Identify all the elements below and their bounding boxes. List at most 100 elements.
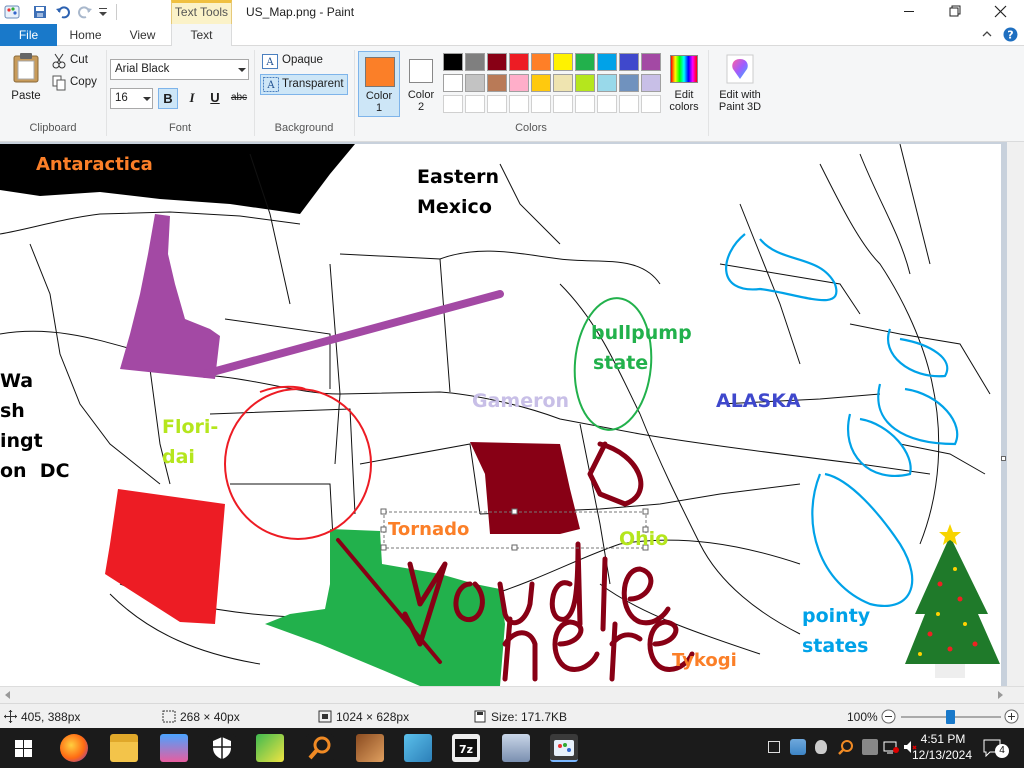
tray-icon-2[interactable] — [790, 739, 806, 755]
game-app-icon[interactable] — [356, 734, 384, 762]
tab-text[interactable]: Text — [171, 24, 232, 47]
app-icon-2[interactable] — [256, 734, 284, 762]
palette-color-swatch[interactable] — [597, 53, 617, 71]
7zip-icon[interactable]: 7z — [452, 734, 480, 762]
underline-button[interactable]: U — [205, 88, 225, 109]
color-1-button[interactable]: Color 1 — [358, 51, 400, 117]
tab-home[interactable]: Home — [57, 24, 114, 46]
palette-color-swatch[interactable] — [465, 74, 485, 92]
windows-start-icon[interactable] — [15, 740, 32, 757]
palette-color-swatch[interactable] — [619, 74, 639, 92]
tray-icon-5[interactable] — [862, 739, 878, 755]
palette-color-swatch[interactable] — [619, 53, 639, 71]
palette-color-swatch[interactable] — [597, 74, 617, 92]
label-alaska: ALASKA — [716, 390, 801, 412]
palette-color-swatch[interactable] — [465, 53, 485, 71]
customize-toolbar-icon[interactable] — [98, 6, 108, 18]
network-icon[interactable] — [883, 740, 899, 754]
opaque-icon: A — [262, 54, 278, 69]
collapse-ribbon-icon[interactable] — [981, 28, 993, 40]
palette-color-swatch[interactable] — [575, 53, 595, 71]
color-2-number: 2 — [417, 101, 425, 113]
palette-color-swatch[interactable] — [443, 74, 463, 92]
palette-custom-slot[interactable] — [443, 95, 463, 113]
tab-file[interactable]: File — [0, 24, 57, 46]
label-sh: sh — [0, 400, 25, 422]
clock-date[interactable]: 12/13/2024 — [910, 748, 974, 762]
file-size-icon — [474, 710, 486, 723]
palette-custom-slot[interactable] — [465, 95, 485, 113]
zoom-out-icon[interactable] — [881, 709, 896, 724]
font-size-select[interactable]: 16 — [110, 88, 153, 109]
palette-color-swatch[interactable] — [487, 74, 507, 92]
palette-custom-slot[interactable] — [509, 95, 529, 113]
italic-button[interactable]: I — [182, 88, 202, 109]
copy-button[interactable]: Copy — [52, 75, 102, 93]
zoom-in-icon[interactable] — [1004, 709, 1019, 724]
strikethrough-button[interactable]: abc — [228, 88, 250, 109]
palette-color-swatch[interactable] — [575, 74, 595, 92]
firefox-icon[interactable] — [60, 734, 88, 762]
tray-icon-1[interactable] — [768, 741, 780, 753]
palette-color-swatch[interactable] — [553, 53, 573, 71]
help-icon[interactable]: ? — [1003, 27, 1018, 42]
edit-with-paint3d-button[interactable]: Edit with Paint 3D — [712, 51, 768, 117]
cut-label: Cut — [70, 54, 88, 66]
palette-color-swatch[interactable] — [641, 74, 661, 92]
palette-custom-slot[interactable] — [487, 95, 507, 113]
palette-color-swatch[interactable] — [531, 53, 551, 71]
palette-custom-slot[interactable] — [641, 95, 661, 113]
file-explorer-icon[interactable] — [110, 734, 138, 762]
scroll-left-icon[interactable] — [4, 691, 12, 699]
vertical-scrollbar[interactable] — [1007, 142, 1024, 686]
palette-custom-slot[interactable] — [531, 95, 551, 113]
redo-icon[interactable] — [77, 4, 93, 20]
edit-colors-button[interactable]: Edit colors — [664, 51, 704, 117]
palette-custom-slot[interactable] — [575, 95, 595, 113]
zoom-slider-thumb[interactable] — [946, 710, 955, 724]
maximize-button[interactable] — [931, 0, 977, 24]
tray-icon-4[interactable] — [838, 739, 854, 755]
palette-custom-slot[interactable] — [619, 95, 639, 113]
ribbon-tabs: File Home View Text ? — [0, 24, 1024, 47]
transparent-button[interactable]: A Transparent — [260, 74, 348, 95]
undo-icon[interactable] — [55, 4, 71, 20]
palette-color-swatch[interactable] — [443, 53, 463, 71]
palette-color-swatch[interactable] — [553, 74, 573, 92]
tray-icon-3[interactable] — [815, 740, 827, 754]
security-shield-icon[interactable] — [208, 734, 236, 762]
palette-custom-slot[interactable] — [597, 95, 617, 113]
paint-app-icon[interactable] — [4, 4, 20, 20]
paint-taskbar-icon[interactable] — [550, 734, 578, 762]
close-button[interactable] — [977, 0, 1024, 24]
palette-color-swatch[interactable] — [509, 74, 529, 92]
paste-button[interactable]: Paste — [6, 50, 46, 106]
scissors-icon — [52, 53, 66, 69]
network-app-icon[interactable] — [502, 734, 530, 762]
search-app-icon[interactable] — [306, 734, 334, 762]
canvas-resize-handle[interactable] — [1001, 456, 1006, 461]
zoom-slider[interactable] — [901, 710, 1001, 724]
scroll-right-icon[interactable] — [996, 691, 1004, 699]
minimize-button[interactable] — [885, 0, 931, 24]
palette-color-swatch[interactable] — [531, 74, 551, 92]
purple-line — [201, 290, 504, 378]
app-icon-1[interactable] — [160, 734, 188, 762]
font-family-select[interactable]: Arial Black — [110, 59, 249, 80]
palette-custom-slot[interactable] — [553, 95, 573, 113]
bold-button[interactable]: B — [158, 88, 178, 109]
tab-view[interactable]: View — [114, 24, 171, 46]
svg-text:7z: 7z — [459, 743, 473, 756]
color-1-label: Color — [365, 90, 393, 102]
palette-color-swatch[interactable] — [509, 53, 529, 71]
opaque-button[interactable]: A Opaque — [262, 53, 350, 71]
clock-time[interactable]: 4:51 PM — [918, 732, 968, 746]
cut-button[interactable]: Cut — [52, 53, 102, 71]
horizontal-scrollbar[interactable] — [0, 686, 1024, 703]
palette-color-swatch[interactable] — [641, 53, 661, 71]
save-icon[interactable] — [32, 4, 48, 20]
color-2-button[interactable]: Color 2 — [402, 51, 440, 117]
drawing-canvas[interactable]: Antaractica Eastern Mexico Wa sh ingt on… — [0, 144, 1006, 686]
palette-color-swatch[interactable] — [487, 53, 507, 71]
notes-app-icon[interactable] — [404, 734, 432, 762]
